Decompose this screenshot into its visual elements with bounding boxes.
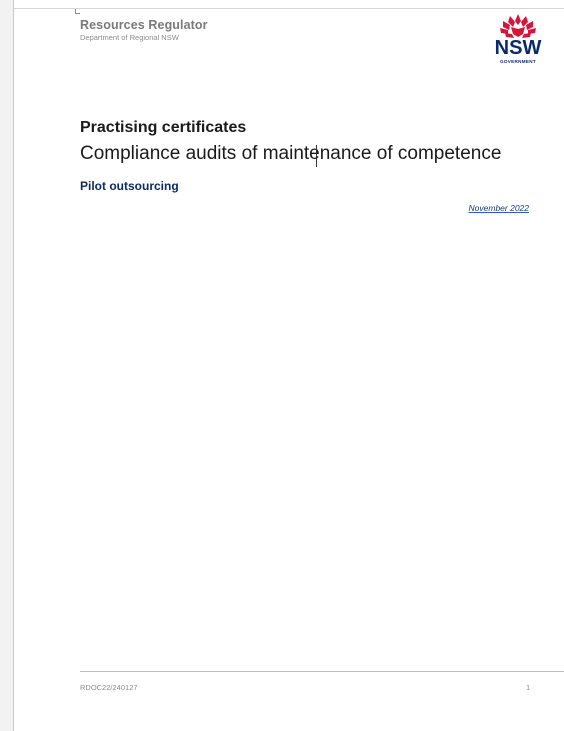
waratah-icon	[500, 14, 536, 38]
document-tagline: Pilot outsourcing	[80, 179, 179, 193]
nsw-government-logo: NSW GOVERNMENT	[492, 12, 544, 68]
organization-name: Resources Regulator	[80, 18, 208, 32]
page-corner-mark	[75, 9, 80, 14]
footer-divider	[80, 671, 564, 672]
document-reference: RDOC22/240127	[80, 683, 138, 692]
document-page[interactable]: Resources Regulator Department of Region…	[14, 8, 564, 731]
document-viewer: Resources Regulator Department of Region…	[0, 0, 564, 731]
page-number: 1	[526, 683, 531, 692]
viewer-left-margin	[0, 0, 13, 731]
document-subtitle: Compliance audits of maintenance of comp…	[80, 143, 502, 164]
document-date: November 2022	[468, 203, 529, 213]
department-name: Department of Regional NSW	[80, 33, 179, 42]
document-title: Practising certificates	[80, 119, 247, 136]
text-cursor	[316, 145, 317, 167]
logo-wordmark: NSW	[494, 37, 542, 59]
logo-subtext: GOVERNMENT	[500, 59, 536, 64]
